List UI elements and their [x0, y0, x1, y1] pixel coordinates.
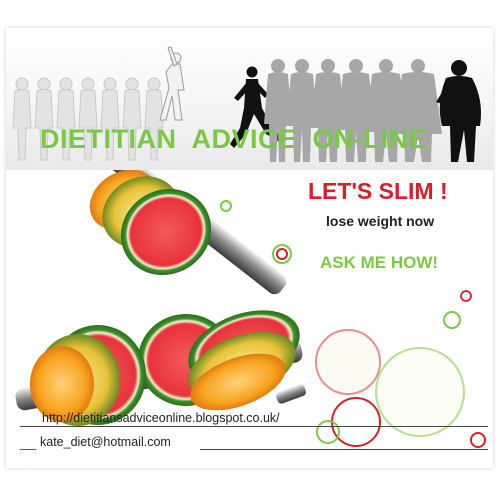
email-prefix-line [20, 449, 36, 450]
silhouette-banner: DIETITIAN ADVICE ON-LINE [6, 28, 493, 170]
email-row: kate_diet@hotmail.com [20, 432, 488, 450]
email-underline [200, 449, 488, 450]
lets-slim-headline: LET'S SLIM ! [308, 178, 448, 204]
ask-me-how-cta: ASK ME HOW! [320, 253, 439, 272]
flyer-card: DIETITIAN ADVICE ON-LINE LET'S SLIM ! lo… [6, 28, 493, 468]
email-link[interactable]: kate_diet@hotmail.com [40, 435, 171, 449]
website-url-link[interactable]: http://dietitiansadviceonline.blogspot.c… [42, 411, 280, 425]
lose-weight-tagline: lose weight now [326, 213, 435, 229]
site-title: DIETITIAN ADVICE ON-LINE [40, 124, 428, 154]
website-url-row: http://dietitiansadviceonline.blogspot.c… [20, 408, 488, 427]
